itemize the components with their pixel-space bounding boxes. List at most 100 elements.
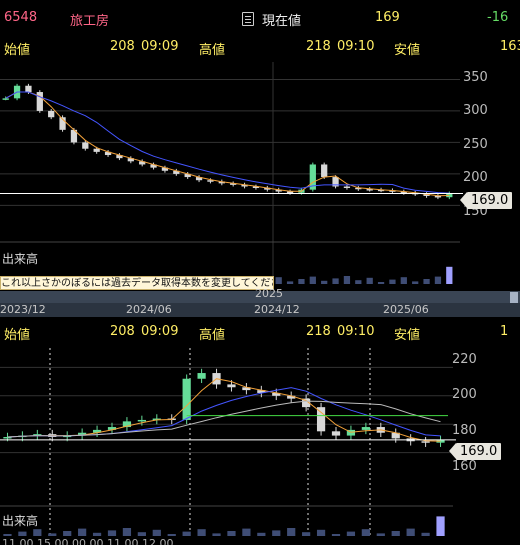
candle-body — [197, 373, 206, 379]
low-value: 163 — [500, 39, 520, 54]
volume-bar — [107, 530, 117, 536]
lower-y-tick-220: 220 — [452, 352, 477, 367]
stock-name: 旅工房 — [70, 14, 110, 29]
candle-body — [331, 431, 341, 436]
volume-bar — [275, 277, 282, 284]
candle-body — [321, 164, 328, 178]
volume-bar — [33, 529, 42, 536]
timeline-label-2023-12: 2023/12 — [0, 303, 46, 316]
y-tick-300: 300 — [463, 103, 488, 118]
candle-body — [361, 427, 370, 430]
volume-bar — [92, 532, 102, 536]
upper-info-bar: 始値 208 09:09 高値 218 09:10 安値 163 — [0, 39, 520, 61]
volume-bar — [423, 279, 430, 284]
lower-open-label: 始値 — [4, 328, 31, 343]
volume-bar — [421, 532, 430, 536]
volume-bar — [377, 282, 385, 284]
timeline-label-2024-06: 2024/06 — [126, 303, 172, 316]
document-icon[interactable] — [242, 12, 254, 26]
high-label: 高値 — [199, 43, 226, 58]
volume-bar — [406, 528, 415, 536]
volume-bar — [391, 531, 400, 536]
candle-body — [316, 407, 326, 432]
candle-body — [343, 186, 351, 189]
volume-bar — [287, 528, 296, 536]
volume-bar — [48, 533, 57, 536]
volume-bar — [298, 279, 305, 284]
candle-body — [137, 419, 146, 422]
high-value: 218 — [306, 39, 331, 54]
history-warning: これ以上さかのぼるには過去データ取得本数を変更してください — [0, 276, 274, 290]
open-label: 始値 — [4, 43, 31, 58]
volume-bar — [242, 528, 251, 536]
stock-code: 6548 — [4, 10, 38, 25]
current-label: 現在値 — [262, 14, 302, 29]
volume-bar — [446, 266, 453, 284]
volume-bar — [366, 277, 373, 284]
volume-bar — [197, 529, 206, 536]
volume-bar — [286, 281, 294, 284]
volume-bar — [137, 532, 146, 536]
candle-body — [25, 85, 32, 93]
candle-body — [48, 110, 55, 118]
volume-bar — [257, 532, 266, 536]
volume-bar — [152, 529, 161, 536]
open-time: 09:09 — [141, 39, 179, 54]
lower-y-tick-180: 180 — [452, 423, 477, 438]
lower-high-time: 09:10 — [337, 324, 375, 339]
volume-bar — [212, 533, 221, 536]
lower-open-value: 208 — [110, 324, 135, 339]
volume-bar — [309, 276, 316, 284]
candle-body — [82, 142, 89, 149]
lower-time-axis: 11 00 15 00 00 00 11 00 12 00 — [2, 537, 174, 545]
volume-bar — [18, 531, 27, 536]
volume-bar — [434, 276, 442, 284]
ma-mid-line — [7, 387, 441, 438]
lower-info-bar: 始値 208 09:09 高値 218 09:10 安値 1 — [0, 324, 520, 346]
lower-high-label: 高値 — [199, 328, 226, 343]
lower-volume-label: 出来高 — [2, 514, 39, 528]
scroll-thumb[interactable] — [510, 292, 518, 303]
volume-bar — [361, 529, 370, 536]
volume-bar — [302, 532, 311, 536]
lower-chart[interactable] — [0, 346, 520, 545]
lower-price-tag: 169.0 — [448, 443, 502, 460]
upper-volume-label: 出来高 — [2, 252, 39, 266]
y-tick-200: 200 — [463, 170, 488, 185]
volume-bar — [331, 534, 341, 536]
timeline-label-2025: 2025 — [255, 287, 283, 300]
candle-body — [93, 148, 100, 152]
ma-short-line — [5, 91, 450, 197]
upper-chart[interactable] — [0, 62, 520, 290]
volume-bar — [355, 280, 362, 284]
high-time: 09:10 — [337, 39, 375, 54]
y-tick-350: 350 — [463, 70, 488, 85]
volume-bar — [412, 281, 419, 284]
open-value: 208 — [110, 39, 135, 54]
candle-body — [227, 384, 236, 388]
volume-bar — [227, 531, 236, 536]
ma-long-line — [7, 400, 441, 438]
candle-body — [2, 98, 9, 100]
timeline-label-2024-12: 2024/12 — [254, 303, 300, 316]
upper-price-tag: 169.0 — [459, 192, 513, 209]
volume-bar — [78, 528, 87, 536]
volume-bar — [272, 530, 281, 536]
volume-bar — [332, 278, 339, 284]
volume-bar — [182, 531, 191, 536]
volume-bar — [346, 531, 356, 536]
volume-bar — [389, 279, 396, 284]
volume-bar — [63, 531, 72, 536]
current-value: 169 — [375, 10, 400, 25]
ma-short-line — [7, 378, 441, 442]
timeline-label-2025-06: 2025/06 — [383, 303, 429, 316]
candle-body — [182, 378, 191, 420]
volume-bar — [343, 276, 351, 284]
lower-open-time: 09:09 — [141, 324, 179, 339]
y-tick-250: 250 — [463, 137, 488, 152]
volume-bar — [122, 528, 132, 536]
volume-bar — [167, 534, 176, 536]
volume-bar — [3, 534, 12, 536]
change-value: -16 — [487, 10, 509, 25]
volume-bar — [321, 280, 328, 284]
